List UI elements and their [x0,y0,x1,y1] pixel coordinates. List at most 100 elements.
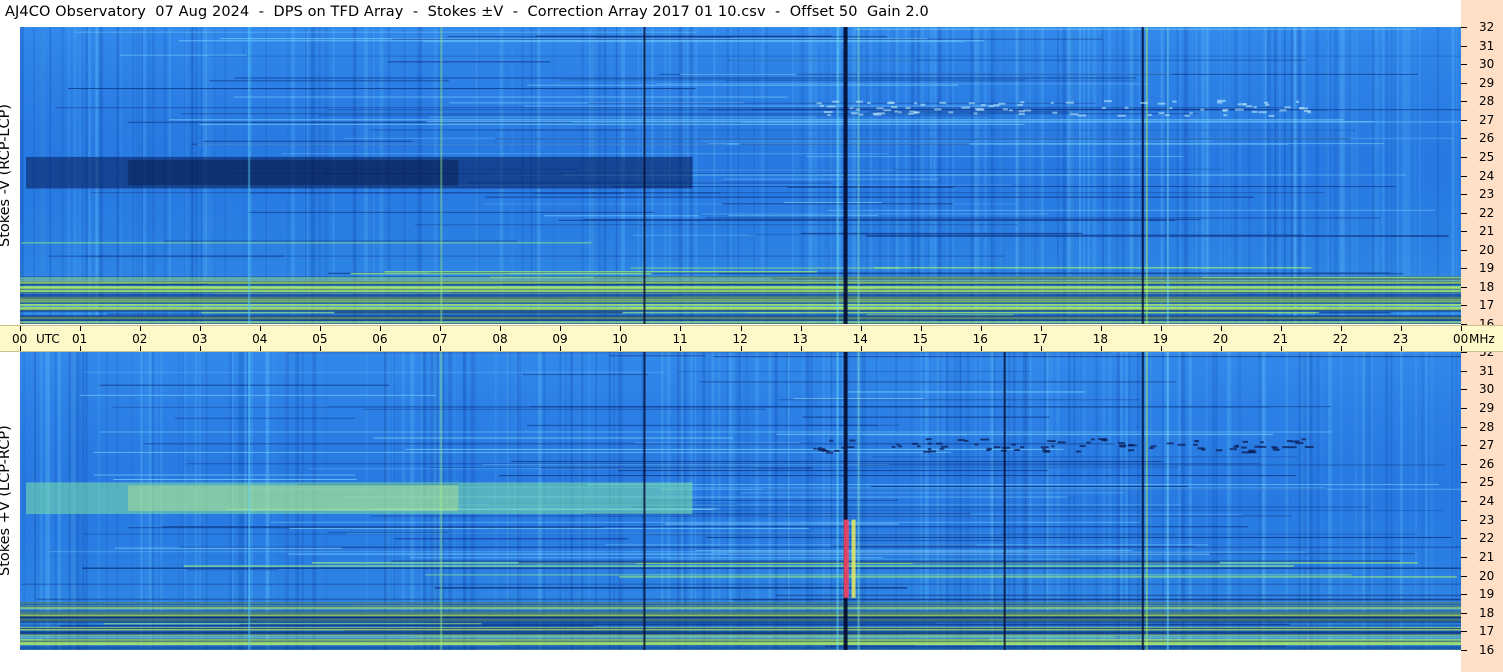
bottom-freq-tick [1461,594,1467,596]
rfi-line [874,266,1312,269]
rfi-line [858,464,1446,466]
rfi-line [612,186,1396,188]
rfi-line [391,560,1401,562]
bright-speckle [1279,109,1287,112]
dark-speckle [891,445,896,448]
band-core [128,159,459,186]
rfi-line [36,598,1461,601]
dark-speckle [1295,442,1304,445]
bright-speckle [1189,112,1193,115]
time-label: 11 [672,332,688,346]
rfi-line [633,234,756,236]
time-tick [620,346,622,351]
bright-speckle [934,108,942,111]
bright-speckle [816,102,822,105]
rfi-line [800,232,1083,234]
bright-speckle [855,108,861,111]
rfi-line [318,115,990,117]
dark-speckle [896,443,900,446]
low-band-line [20,636,1461,639]
rfi-line [631,506,1370,508]
bright-speckle [907,112,915,115]
bottom-freq-tick [1461,463,1467,465]
low-band-line [20,624,1461,627]
top-freq-label: 24 [1479,168,1495,183]
time-tick [860,346,862,351]
low-band-line [20,627,1461,630]
top-freq-label: 20 [1479,242,1495,257]
rfi-line [270,521,1140,523]
bright-speckle [1265,103,1270,106]
time-label: 13 [792,332,808,346]
time-tick [1400,326,1402,331]
time-tick [1160,346,1162,351]
low-band-line [20,321,1461,324]
low-band-line [20,289,1461,293]
dark-speckle [987,447,993,450]
vertical-highlight [1166,27,1169,324]
bottom-freq-tick [1461,426,1467,428]
rfi-line [690,510,1444,512]
rfi-line [739,492,1126,494]
bottom-freq-tick [1461,650,1467,651]
rfi-line [787,186,954,188]
time-tick [740,346,742,351]
time-tick [1100,346,1102,351]
rfi-line [588,102,1096,104]
time-label: 04 [252,332,268,346]
top-freq-label: 28 [1479,94,1495,109]
vertical-highlight [248,27,251,324]
bright-speckle [1251,110,1258,113]
dark-speckle [1233,445,1239,448]
stokes-plus-v-heatmap [20,352,1461,650]
time-tick [1400,346,1402,351]
dark-speckle [1000,449,1007,452]
dark-speckle [1057,441,1066,444]
dark-speckle [1127,449,1135,452]
bright-speckle [872,112,878,115]
bottom-freq-tick [1461,538,1467,540]
bright-speckle [1140,101,1148,104]
time-label: 19 [1152,332,1169,346]
dark-speckle [826,451,834,454]
low-band-line [20,303,1461,306]
rfi-line [655,83,1149,85]
time-tick [1040,326,1042,331]
bright-speckle [1268,114,1275,117]
bright-speckle [1200,108,1205,111]
low-band-line [20,283,1461,286]
dark-speckle [1240,446,1247,449]
dark-speckle [936,442,943,445]
time-tick [920,346,922,351]
rfi-line [723,178,938,180]
bright-speckle [898,111,902,114]
rfi-line [248,211,655,213]
bright-speckle [939,101,947,104]
bright-speckle [1169,107,1173,110]
bottom-freq-label: 17 [1479,624,1495,639]
bright-speckle [980,104,986,107]
time-tick [1461,346,1462,351]
dark-speckle [1013,448,1020,451]
rfi-line [582,219,1201,221]
rfi-line [778,399,1139,401]
top-freq-label: 22 [1479,205,1495,220]
time-label: 20 [1212,332,1229,346]
time-tick [980,346,982,351]
time-label: 15 [912,332,928,346]
dark-speckle [1020,446,1025,449]
rfi-line [855,28,1417,30]
rfi-line [406,448,1064,450]
time-label: 21 [1272,332,1289,346]
dark-speckle [980,438,990,441]
bottom-freq-label: 16 [1479,643,1495,657]
dark-speckle [1011,443,1017,446]
rfi-line [113,478,357,480]
rfi-line [700,140,1214,142]
rfi-line [617,470,1048,472]
dark-speckle [1098,438,1108,441]
vertical-highlight [1145,352,1148,650]
rfi-line [85,255,1005,257]
rfi-line [415,224,1018,226]
time-tick [200,326,202,331]
